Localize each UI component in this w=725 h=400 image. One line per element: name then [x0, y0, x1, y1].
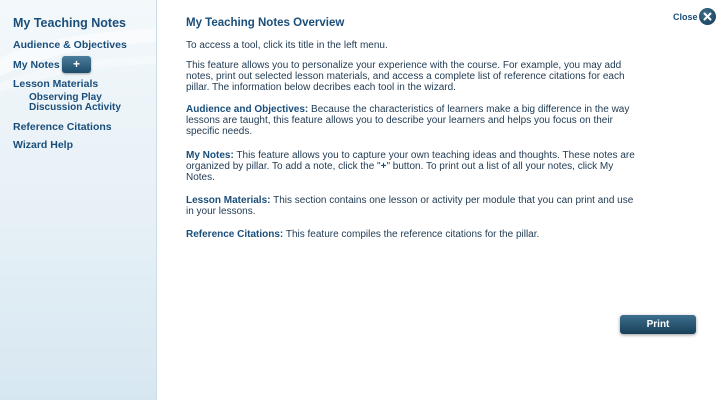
sidebar-item-lesson-materials[interactable]: Lesson Materials — [13, 78, 98, 90]
section-heading: Reference Citations: — [186, 229, 284, 240]
sidebar-item-reference-citations[interactable]: Reference Citations — [13, 121, 112, 133]
section-heading: My Notes: — [186, 150, 234, 161]
close-icon[interactable] — [699, 8, 716, 25]
print-button[interactable]: Print — [620, 315, 696, 334]
sidebar-item-observing-play[interactable]: Observing Play Discussion Activity — [29, 93, 154, 113]
page-title: My Teaching Notes Overview — [186, 17, 345, 29]
plus-icon: + — [72, 57, 80, 71]
feature-description: This feature allows you to personalize y… — [186, 60, 625, 93]
sidebar-title: My Teaching Notes — [13, 16, 126, 30]
section-heading: Audience and Objectives: — [186, 104, 309, 115]
reference-citations-description: Reference Citations: This feature compil… — [186, 229, 638, 240]
sidebar-item-audience-objectives[interactable]: Audience & Objectives — [13, 39, 127, 51]
add-note-button[interactable]: + — [62, 56, 91, 73]
section-heading: Lesson Materials: — [186, 195, 271, 206]
section-text: This feature compiles the reference cita… — [283, 229, 540, 240]
intro-text: To access a tool, click its title in the… — [186, 40, 388, 51]
my-notes-description: My Notes: This feature allows you to cap… — [186, 150, 638, 183]
lesson-materials-description: Lesson Materials: This section contains … — [186, 195, 638, 217]
sidebar-item-my-notes[interactable]: My Notes — [13, 59, 60, 71]
sidebar: My Teaching Notes Audience & Objectives … — [0, 0, 157, 400]
audience-objectives-description: Audience and Objectives: Because the cha… — [186, 104, 638, 137]
sidebar-item-wizard-help[interactable]: Wizard Help — [13, 139, 73, 151]
close-label: Close — [673, 12, 698, 22]
